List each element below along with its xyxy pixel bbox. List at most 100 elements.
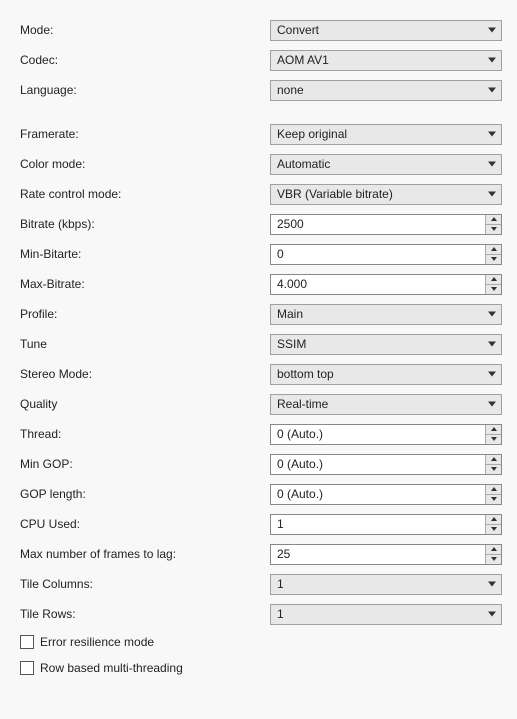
chevron-down-icon [488,372,496,377]
codec-value: AOM AV1 [277,53,329,67]
cpuused-label: CPU Used: [20,517,270,531]
thread-value[interactable]: 0 (Auto.) [271,425,485,444]
ratecontrol-label: Rate control mode: [20,187,270,201]
maxlag-value[interactable]: 25 [271,545,485,564]
tilecols-value: 1 [277,577,284,591]
goplength-value[interactable]: 0 (Auto.) [271,485,485,504]
chevron-up-icon [491,247,497,251]
stereomode-dropdown[interactable]: bottom top [270,364,502,385]
spin-down-button[interactable] [486,525,501,534]
minbitrate-spinner[interactable]: 0 [270,244,502,265]
cpuused-value[interactable]: 1 [271,515,485,534]
mode-label: Mode: [20,23,270,37]
chevron-down-icon [491,437,497,441]
spin-down-button[interactable] [486,225,501,234]
thread-spinner[interactable]: 0 (Auto.) [270,424,502,445]
minbitrate-value[interactable]: 0 [271,245,485,264]
quality-value: Real-time [277,397,328,411]
spin-up-button[interactable] [486,215,501,225]
spin-down-button[interactable] [486,285,501,294]
maxbitrate-label: Max-Bitrate: [20,277,270,291]
bitrate-label: Bitrate (kbps): [20,217,270,231]
language-value: none [277,83,304,97]
row-mt-label: Row based multi-threading [40,661,183,675]
chevron-down-icon [488,58,496,63]
cpuused-spinner[interactable]: 1 [270,514,502,535]
goplength-spinner[interactable]: 0 (Auto.) [270,484,502,505]
chevron-up-icon [491,457,497,461]
codec-label: Codec: [20,53,270,67]
chevron-up-icon [491,547,497,551]
tune-label: Tune [20,337,270,351]
chevron-down-icon [488,192,496,197]
bitrate-spinner[interactable]: 2500 [270,214,502,235]
spin-down-button[interactable] [486,555,501,564]
chevron-down-icon [488,312,496,317]
maxlag-label: Max number of frames to lag: [20,547,270,561]
profile-label: Profile: [20,307,270,321]
spin-up-button[interactable] [486,515,501,525]
spin-down-button[interactable] [486,435,501,444]
quality-label: Quality [20,397,270,411]
spin-down-button[interactable] [486,255,501,264]
bitrate-value[interactable]: 2500 [271,215,485,234]
mingop-label: Min GOP: [20,457,270,471]
stereomode-label: Stereo Mode: [20,367,270,381]
tilerows-value: 1 [277,607,284,621]
mingop-value[interactable]: 0 (Auto.) [271,455,485,474]
framerate-dropdown[interactable]: Keep original [270,124,502,145]
error-resilience-label: Error resilience mode [40,635,154,649]
ratecontrol-dropdown[interactable]: VBR (Variable bitrate) [270,184,502,205]
chevron-down-icon [491,257,497,261]
maxbitrate-value[interactable]: 4.000 [271,275,485,294]
chevron-down-icon [491,287,497,291]
tune-dropdown[interactable]: SSIM [270,334,502,355]
spin-down-button[interactable] [486,465,501,474]
chevron-down-icon [488,342,496,347]
profile-value: Main [277,307,303,321]
spin-up-button[interactable] [486,425,501,435]
chevron-down-icon [488,88,496,93]
language-dropdown[interactable]: none [270,80,502,101]
spin-up-button[interactable] [486,455,501,465]
chevron-down-icon [488,162,496,167]
framerate-value: Keep original [277,127,347,141]
ratecontrol-value: VBR (Variable bitrate) [277,187,393,201]
colormode-dropdown[interactable]: Automatic [270,154,502,175]
error-resilience-checkbox[interactable] [20,635,34,649]
tilerows-dropdown[interactable]: 1 [270,604,502,625]
chevron-down-icon [488,28,496,33]
chevron-down-icon [488,612,496,617]
goplength-label: GOP length: [20,487,270,501]
chevron-down-icon [488,132,496,137]
spin-up-button[interactable] [486,545,501,555]
maxbitrate-spinner[interactable]: 4.000 [270,274,502,295]
tilecols-dropdown[interactable]: 1 [270,574,502,595]
spin-up-button[interactable] [486,485,501,495]
chevron-up-icon [491,487,497,491]
spin-down-button[interactable] [486,495,501,504]
chevron-down-icon [488,402,496,407]
spin-up-button[interactable] [486,245,501,255]
chevron-up-icon [491,277,497,281]
chevron-down-icon [491,527,497,531]
tilecols-label: Tile Columns: [20,577,270,591]
minbitrate-label: Min-Bitarte: [20,247,270,261]
profile-dropdown[interactable]: Main [270,304,502,325]
codec-dropdown[interactable]: AOM AV1 [270,50,502,71]
maxlag-spinner[interactable]: 25 [270,544,502,565]
chevron-down-icon [488,582,496,587]
chevron-up-icon [491,427,497,431]
framerate-label: Framerate: [20,127,270,141]
tune-value: SSIM [277,337,306,351]
spin-up-button[interactable] [486,275,501,285]
mingop-spinner[interactable]: 0 (Auto.) [270,454,502,475]
mode-dropdown[interactable]: Convert [270,20,502,41]
chevron-up-icon [491,217,497,221]
tilerows-label: Tile Rows: [20,607,270,621]
language-label: Language: [20,83,270,97]
row-mt-checkbox[interactable] [20,661,34,675]
mode-value: Convert [277,23,319,37]
quality-dropdown[interactable]: Real-time [270,394,502,415]
colormode-value: Automatic [277,157,330,171]
